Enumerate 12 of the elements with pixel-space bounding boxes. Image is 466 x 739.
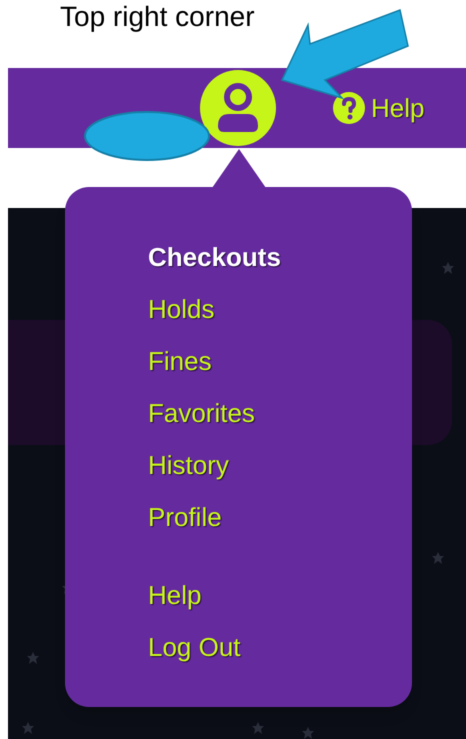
- user-icon: [215, 82, 261, 134]
- menu-item[interactable]: Checkouts: [148, 231, 281, 283]
- menu-item[interactable]: Help: [148, 569, 202, 621]
- help-icon: [333, 92, 365, 124]
- menu-item[interactable]: History: [148, 439, 229, 491]
- menu-item[interactable]: Holds: [148, 283, 214, 335]
- caption-text: Top right corner: [60, 0, 255, 34]
- menu-item[interactable]: Log Out: [148, 621, 241, 673]
- menu-item[interactable]: Profile: [148, 491, 222, 543]
- menu-item[interactable]: Fines: [148, 335, 212, 387]
- help-button[interactable]: Help: [333, 88, 424, 128]
- menu-item[interactable]: Favorites: [148, 387, 255, 439]
